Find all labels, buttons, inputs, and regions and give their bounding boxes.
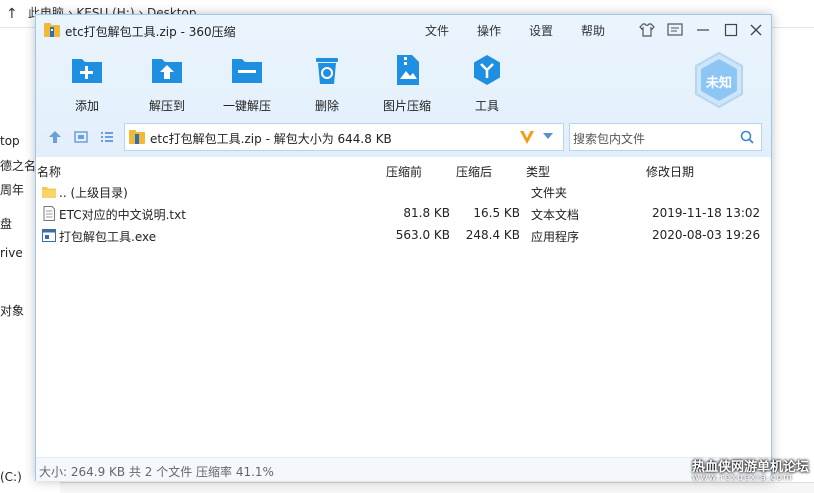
menu-file[interactable]: 文件 xyxy=(425,22,449,39)
file-list-header: 名称 压缩前 压缩后 类型 修改日期 xyxy=(36,161,771,183)
drive-c-label[interactable]: (C:) xyxy=(0,470,22,484)
menu-settings[interactable]: 设置 xyxy=(529,22,553,39)
quick-extract-icon xyxy=(232,59,262,83)
up-folder-icon[interactable] xyxy=(48,130,62,144)
thumbnail-view-icon[interactable] xyxy=(74,130,88,144)
row-name: 打包解包工具.exe xyxy=(59,230,157,244)
search-box[interactable]: 搜索包内文件 xyxy=(569,123,762,151)
zip-archive-icon xyxy=(129,130,145,144)
exe-file-icon xyxy=(42,229,56,242)
quick-extract-label: 一键解压 xyxy=(222,99,271,113)
zip-window: etc打包解包工具.zip - 360压缩 文件 操作 设置 帮助 添加 解压到… xyxy=(35,14,772,481)
row-name: ETC对应的中文说明.txt xyxy=(59,208,186,222)
window-top-area: etc打包解包工具.zip - 360压缩 文件 操作 设置 帮助 添加 解压到… xyxy=(36,15,771,157)
search-placeholder: 搜索包内文件 xyxy=(573,132,646,146)
list-view-icon[interactable] xyxy=(100,130,114,144)
tools-icon xyxy=(474,55,500,85)
sidebar-item[interactable]: 周年 xyxy=(0,181,36,198)
add-icon xyxy=(72,59,102,83)
extract-to-button[interactable]: 解压到 xyxy=(135,53,199,114)
row-type: 应用程序 xyxy=(531,230,580,244)
image-compress-label: 图片压缩 xyxy=(382,99,431,113)
window-title: etc打包解包工具.zip - 360压缩 xyxy=(65,25,236,39)
sidebar-item[interactable]: 德之名 xyxy=(0,157,36,174)
table-row[interactable]: ETC对应的中文说明.txt 81.8 KB 16.5 KB 文本文档 2019… xyxy=(36,203,771,225)
path-text: etc打包解包工具.zip - 解包大小为 644.8 KB xyxy=(150,132,392,146)
sidebar-item[interactable]: rive xyxy=(0,246,36,260)
close-icon[interactable] xyxy=(747,21,765,39)
delete-button[interactable]: 删除 xyxy=(295,53,359,114)
title-bar[interactable]: etc打包解包工具.zip - 360压缩 文件 操作 设置 帮助 xyxy=(36,15,771,45)
table-row[interactable]: 打包解包工具.exe 563.0 KB 248.4 KB 应用程序 2020-0… xyxy=(36,225,771,247)
delete-label: 删除 xyxy=(314,99,339,113)
tools-button[interactable]: 工具 xyxy=(455,53,519,114)
menu-operate[interactable]: 操作 xyxy=(477,22,501,39)
column-type[interactable]: 类型 xyxy=(526,163,550,180)
v-logo-icon[interactable] xyxy=(517,127,537,147)
column-name[interactable]: 名称 xyxy=(37,163,61,180)
row-size-before: 563.0 KB xyxy=(395,228,450,242)
sidebar-item[interactable]: top xyxy=(0,134,36,148)
row-type: 文件夹 xyxy=(531,186,568,200)
extract-to-icon xyxy=(152,59,182,83)
watermark-url: www.rexuexia.com xyxy=(692,473,793,483)
column-size-before[interactable]: 压缩前 xyxy=(386,163,422,180)
row-name: .. (上级目录) xyxy=(59,186,128,200)
status-bar: 大小: 264.9 KB 共 2 个文件 压缩率 41.1% xyxy=(36,457,771,481)
image-compress-icon xyxy=(397,55,419,85)
row-size-before: 81.8 KB xyxy=(403,206,450,220)
security-badge-text: 未知 xyxy=(706,76,733,91)
text-file-icon xyxy=(43,206,55,221)
column-date[interactable]: 修改日期 xyxy=(646,163,694,180)
navigation-bar: etc打包解包工具.zip - 解包大小为 644.8 KB 搜索包内文件 xyxy=(36,119,771,155)
row-type: 文本文档 xyxy=(531,208,580,222)
skin-shirt-icon[interactable] xyxy=(638,21,656,39)
quick-extract-button[interactable]: 一键解压 xyxy=(215,53,279,114)
maximize-icon[interactable] xyxy=(722,21,740,39)
sidebar-item[interactable]: 盘 xyxy=(0,215,36,232)
path-bar[interactable]: etc打包解包工具.zip - 解包大小为 644.8 KB xyxy=(124,123,564,151)
search-icon[interactable] xyxy=(740,130,754,144)
row-size-after: 248.4 KB xyxy=(465,228,520,242)
menu-help[interactable]: 帮助 xyxy=(581,22,605,39)
tools-label: 工具 xyxy=(474,99,499,113)
sidebar-item[interactable]: 对象 xyxy=(0,302,36,319)
path-dropdown-icon[interactable] xyxy=(543,133,553,139)
row-date: 2019-11-18 13:02 xyxy=(652,206,761,220)
background-list-footer xyxy=(60,482,814,493)
add-label: 添加 xyxy=(74,99,99,113)
zip-archive-icon xyxy=(44,23,60,37)
row-date: 2020-08-03 19:26 xyxy=(652,228,761,242)
folder-icon xyxy=(42,187,56,198)
table-row[interactable]: .. (上级目录) 文件夹 xyxy=(36,181,771,203)
image-compress-button[interactable]: 图片压缩 xyxy=(375,53,439,114)
delete-icon xyxy=(316,58,338,84)
extract-to-label: 解压到 xyxy=(148,99,185,113)
up-arrow-icon[interactable]: ↑ xyxy=(6,6,18,22)
add-button[interactable]: 添加 xyxy=(55,53,119,114)
feedback-icon[interactable] xyxy=(666,21,684,39)
row-size-after: 16.5 KB xyxy=(473,206,520,220)
column-size-after[interactable]: 压缩后 xyxy=(456,163,492,180)
minimize-icon[interactable] xyxy=(694,21,712,39)
status-text: 大小: 264.9 KB 共 2 个文件 压缩率 41.1% xyxy=(39,465,274,479)
